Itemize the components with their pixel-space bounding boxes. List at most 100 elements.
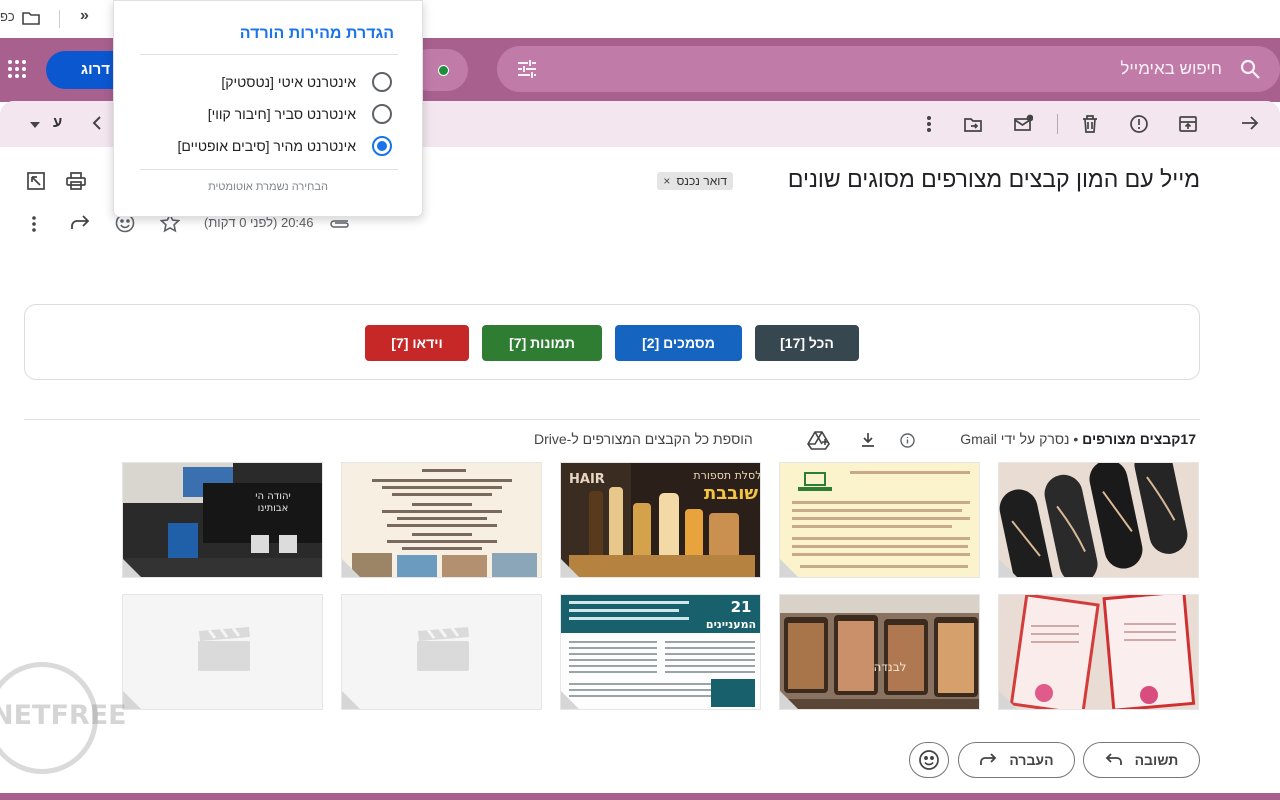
email-time: 20:46 (לפני 0 דקות) [204, 215, 314, 230]
attachment-filter-panel: הכל [17] מסמכים [2] תמונות [7] וידאו [7] [24, 304, 1200, 380]
mark-unread-icon[interactable] [1013, 114, 1034, 139]
popup-divider [140, 54, 398, 55]
thumbnail-fold [999, 559, 1017, 577]
attachment-thumbnail[interactable] [341, 594, 542, 710]
filter-images-button[interactable]: תמונות [7] [482, 325, 602, 361]
print-icon[interactable] [66, 172, 86, 195]
thumbnail-fold [342, 691, 360, 709]
open-new-window-icon[interactable] [27, 172, 45, 195]
thumbnail-fold [780, 559, 798, 577]
thumbnail-text: 21 [731, 598, 752, 616]
filter-all-label: הכל [17] [780, 335, 834, 351]
attachments-divider [24, 419, 1200, 420]
thumbnail-text: שובבת [704, 483, 758, 504]
thumbnail-text: HAIR [569, 472, 605, 487]
chevron-left-icon[interactable] [92, 116, 102, 135]
speed-option-slow[interactable]: אינטרנט איטי [נטסטיק] [221, 72, 392, 92]
thumbnail-text: סלסלת תספורת [693, 469, 761, 482]
attachment-thumbnail[interactable]: HAIR סלסלת תספורת שובבת [560, 462, 761, 578]
input-tools-label[interactable]: ע [53, 114, 62, 131]
filter-documents-label: מסמכים [2] [642, 335, 715, 351]
report-spam-icon[interactable] [1129, 114, 1149, 139]
thumbnail-fold [342, 559, 360, 577]
folder-icon[interactable] [22, 10, 40, 29]
move-to-icon[interactable] [963, 114, 983, 139]
reply-icon [1105, 744, 1123, 778]
attachment-thumbnail[interactable]: 21 המעניינים [560, 594, 761, 710]
add-to-drive-link[interactable]: הוספת כל הקבצים המצורפים ל-Drive [534, 431, 753, 447]
thumbnail-text: אבותינו [258, 503, 289, 514]
pens-image [999, 463, 1198, 577]
remove-label-icon[interactable]: × [663, 174, 670, 188]
attachment-thumbnail[interactable] [998, 594, 1199, 710]
attachments-header: 17קבצים מצורפים • נסרק על ידי Gmail [960, 431, 1196, 447]
reply-button[interactable]: תשובה [1083, 742, 1200, 778]
bottom-frame [0, 793, 1280, 800]
video-placeholder-icon [123, 595, 322, 709]
thumbnail-fold [561, 691, 579, 709]
attachment-icon [328, 215, 350, 234]
emoji-reply-button[interactable] [909, 742, 949, 778]
attachment-thumbnail[interactable] [998, 462, 1199, 578]
email-subject: מייל עם המון קבצים מצורפים מסוגים שונים [787, 166, 1200, 192]
newsletter-document: 21 המעניינים [561, 595, 760, 709]
filter-all-button[interactable]: הכל [17] [755, 325, 859, 361]
speed-option-fast[interactable]: אינטרנט מהיר [סיבים אופטיים] [177, 136, 392, 156]
search-placeholder: חיפוש באימייל [1120, 59, 1222, 78]
radio-unchecked-icon[interactable] [372, 104, 392, 124]
archive-icon[interactable] [1178, 114, 1198, 139]
bookmarks-divider [59, 10, 60, 28]
pastries-image: לבנדה [780, 595, 979, 709]
attachment-thumbnail[interactable] [341, 462, 542, 578]
search-icon[interactable] [1238, 57, 1262, 86]
filter-documents-button[interactable]: מסמכים [2] [615, 325, 742, 361]
reply-arrow-icon[interactable] [70, 215, 90, 236]
thumbnail-fold [123, 559, 141, 577]
attachments-count: 17קבצים מצורפים [1082, 431, 1196, 447]
thumbnail-fold [780, 691, 798, 709]
filter-images-label: תמונות [7] [509, 335, 575, 351]
attachment-thumbnail[interactable] [122, 594, 323, 710]
filter-video-button[interactable]: וידאו [7] [365, 325, 469, 361]
search-input[interactable]: חיפוש באימייל [497, 46, 1280, 92]
cards-image [999, 595, 1198, 709]
forward-button[interactable]: העברה [958, 742, 1075, 778]
bookmark-item-label[interactable]: כפ [0, 9, 15, 24]
search-options-icon[interactable] [515, 57, 539, 86]
add-to-drive-icon[interactable] [807, 430, 831, 455]
thumbnail-text: המעניינים [706, 618, 756, 631]
attachment-thumbnail[interactable] [779, 462, 980, 578]
download-all-icon[interactable] [860, 432, 876, 453]
thumbnail-fold [999, 691, 1017, 709]
back-arrow-icon[interactable] [1241, 114, 1259, 137]
speed-option-label: אינטרנט מהיר [סיבים אופטיים] [177, 138, 357, 154]
bag-items-image: יהודה הי אבותינו [123, 463, 322, 577]
attachment-thumbnail[interactable]: יהודה הי אבותינו [122, 462, 323, 578]
note-document [780, 463, 979, 577]
radio-checked-icon[interactable] [372, 136, 392, 156]
gift-basket-image: HAIR סלסלת תספורת שובבת [561, 463, 761, 577]
status-online-dot [438, 65, 449, 76]
speed-option-medium[interactable]: אינטרנט סביר [חיבור קווי] [208, 104, 392, 124]
delete-icon[interactable] [1081, 114, 1099, 139]
inbox-label-chip[interactable]: דואר נכנס × [657, 172, 733, 190]
more-vert-icon[interactable] [926, 114, 932, 139]
upgrade-button[interactable]: דרוג [46, 51, 118, 89]
reply-label: תשובה [1134, 752, 1179, 768]
apps-grid-icon[interactable] [7, 59, 27, 84]
bookmarks-overflow-icon[interactable]: » [80, 7, 89, 25]
scan-note: • נסרק על ידי Gmail [960, 431, 1079, 447]
info-icon[interactable] [900, 433, 915, 453]
popup-note: הבחירה נשמרת אוטומטית [208, 181, 328, 193]
thumbnail-fold [561, 559, 579, 577]
more-options-icon[interactable] [31, 216, 37, 237]
attachment-thumbnail[interactable]: לבנדה [779, 594, 980, 710]
download-speed-popup: הגדרת מהירות הורדה אינטרנט איטי [נטסטיק]… [113, 0, 423, 217]
label-text: דואר נכנס [676, 174, 727, 188]
popup-title: הגדרת מהירות הורדה [239, 25, 394, 42]
forward-label: העברה [1009, 752, 1054, 768]
speed-option-label: אינטרנט איטי [נטסטיק] [221, 74, 356, 90]
radio-unchecked-icon[interactable] [372, 72, 392, 92]
chevron-down-icon[interactable] [30, 117, 40, 135]
popup-divider [140, 169, 398, 170]
